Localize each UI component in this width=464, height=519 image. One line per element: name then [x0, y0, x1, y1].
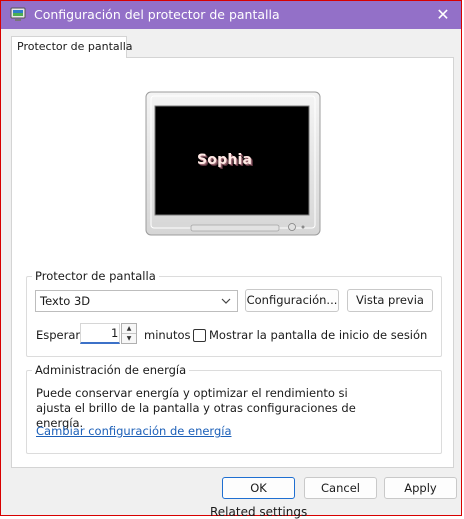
cancel-button[interactable]: Cancel	[304, 477, 377, 499]
preview-button[interactable]: Vista previa	[347, 289, 433, 312]
tab-screensaver[interactable]: Protector de pantalla	[11, 36, 133, 58]
wait-label: Esperar:	[36, 328, 84, 342]
close-icon[interactable]: ✕	[425, 1, 461, 29]
spin-up-icon[interactable]: ▲	[122, 324, 136, 334]
screensaver-group-legend: Protector de pantalla	[35, 269, 156, 283]
background-window-text: Related settings	[210, 505, 308, 519]
spin-down-icon[interactable]: ▼	[122, 334, 136, 343]
window-title: Configuración del protector de pantalla	[34, 7, 280, 22]
preview-text: Sophia	[197, 152, 253, 168]
resume-logon-label[interactable]: Mostrar la pantalla de inicio de sesión …	[209, 328, 430, 342]
resume-logon-label-clip: Mostrar la pantalla de inicio de sesión …	[209, 327, 430, 345]
change-power-settings-link[interactable]: Cambiar configuración de energía	[36, 424, 232, 438]
screensaver-select[interactable]: Texto 3D	[35, 290, 238, 312]
ok-button[interactable]: OK	[222, 477, 295, 499]
settings-button[interactable]: Configuración...	[245, 289, 339, 312]
power-group-legend: Administración de energía	[35, 363, 187, 377]
screensaver-select-value: Texto 3D	[40, 294, 91, 308]
wait-minutes-input[interactable]: 1	[80, 323, 120, 344]
screensaver-app-icon	[10, 7, 26, 23]
title-bar[interactable]: Configuración del protector de pantalla …	[1, 1, 461, 29]
minutes-label: minutos	[144, 328, 191, 342]
resume-logon-checkbox[interactable]	[193, 329, 206, 342]
apply-button[interactable]: Apply	[384, 477, 457, 499]
chevron-down-icon	[219, 293, 233, 309]
wait-spinner[interactable]: ▲ ▼	[121, 323, 137, 344]
